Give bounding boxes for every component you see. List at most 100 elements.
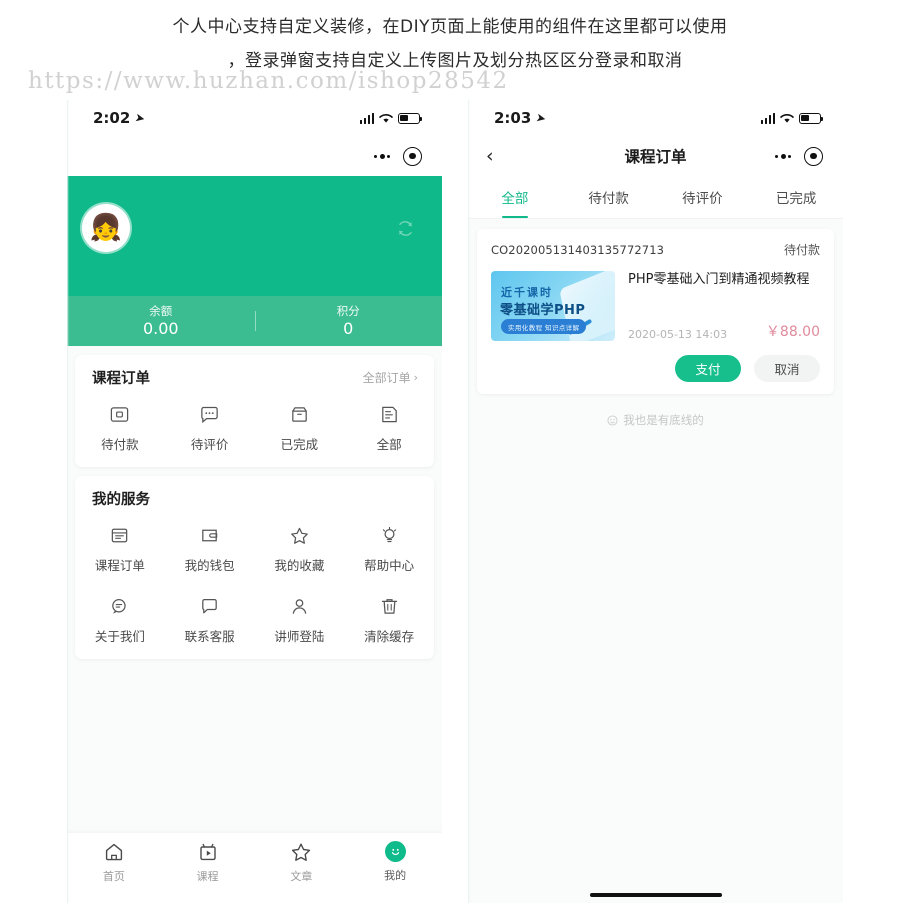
order-date: 2020-05-13 14:03: [628, 328, 728, 341]
bottom-tab-bar: 首页 课程 文章 我的: [67, 833, 442, 903]
tab-articles[interactable]: 文章: [255, 841, 349, 884]
services-grid-row-1: 课程订单 我的钱包 我的收藏 帮助中心: [75, 525, 434, 574]
order-status-label: 待付款: [101, 437, 139, 452]
user-icon: [289, 596, 310, 617]
smiley-icon: [384, 841, 406, 862]
order-card-header: CO202005131403135772713 待付款: [491, 241, 820, 258]
status-time: 2:03: [494, 109, 532, 127]
battery-icon: [398, 112, 422, 124]
more-dots-icon[interactable]: [775, 153, 791, 159]
trash-icon: [379, 596, 400, 617]
tab-pending-pay[interactable]: 待付款: [562, 176, 656, 218]
service-label: 联系客服: [184, 629, 235, 644]
battery-icon: [799, 112, 823, 124]
left-phone-screen: 2:02 ➤ 👧 余额 0.00 积分 0 课程订单 全部订单 › 待付款 待评…: [67, 100, 442, 903]
my-services-header: 我的服务: [75, 488, 434, 509]
service-my-wallet[interactable]: 我的钱包: [165, 525, 255, 574]
all-orders-link[interactable]: 全部订单 ›: [363, 369, 418, 386]
more-dots-icon[interactable]: [374, 153, 390, 159]
tab-label: 我的: [384, 869, 407, 882]
wallet-icon: [199, 525, 220, 546]
video-icon: [197, 841, 219, 863]
order-status-label: 待评价: [190, 437, 229, 452]
stat-points-value: 0: [343, 319, 354, 338]
course-orders-title: 课程订单: [92, 371, 150, 387]
thumbnail-badge: 实用化教程 知识点详解: [501, 319, 587, 334]
service-label: 讲师登陆: [274, 629, 325, 644]
status-time: 2:02: [93, 109, 131, 127]
tab-home[interactable]: 首页: [67, 841, 161, 884]
home-indicator: [589, 893, 722, 897]
status-time-wrap: 2:03 ➤: [494, 109, 548, 127]
chevron-right-icon: ›: [413, 371, 418, 384]
order-card[interactable]: CO202005131403135772713 待付款 近千课时 零基础学PHP…: [477, 229, 834, 394]
all-orders-label: 全部订单: [362, 371, 411, 385]
service-label: 课程订单: [94, 558, 145, 573]
service-about-us[interactable]: 关于我们: [75, 596, 165, 645]
cancel-button[interactable]: 取消: [754, 355, 820, 382]
thumbnail-line-2: 零基础学PHP: [500, 303, 586, 318]
caption-block: 个人中心支持自定义装修，在DIY页面上能使用的组件在这里都可以使用 ，登录弹窗支…: [0, 0, 900, 78]
service-label: 我的收藏: [274, 558, 325, 573]
order-status-label: 已完成: [280, 437, 319, 452]
comment-icon: [199, 404, 220, 425]
target-circle-icon[interactable]: [804, 146, 823, 166]
wechat-capsule[interactable]: [374, 146, 422, 166]
stat-balance[interactable]: 余额 0.00: [67, 303, 255, 339]
stat-points[interactable]: 积分 0: [254, 303, 443, 339]
stat-balance-value: 0.00: [142, 319, 179, 338]
service-help-center[interactable]: 帮助中心: [344, 525, 434, 574]
order-status-pending-pay[interactable]: 待付款: [75, 404, 165, 453]
thumbnail-line-1: 近千课时: [501, 286, 553, 299]
stat-balance-label: 余额: [149, 304, 173, 318]
order-number: CO202005131403135772713: [491, 242, 665, 257]
service-teacher-login[interactable]: 讲师登陆: [255, 596, 345, 645]
list-end-text: 我也是有底线的: [468, 412, 843, 428]
course-orders-card: 课程订单 全部订单 › 待付款 待评价 已完成 全部: [75, 355, 434, 467]
tab-label: 首页: [102, 870, 125, 883]
refresh-icon[interactable]: [396, 219, 415, 238]
service-contact-support[interactable]: 联系客服: [165, 596, 255, 645]
tab-label: 课程: [196, 870, 219, 883]
service-clear-cache[interactable]: 清除缓存: [344, 596, 434, 645]
tab-courses[interactable]: 课程: [161, 841, 255, 884]
profile-hero-banner: 👧: [67, 176, 442, 296]
order-actions: 支付 取消: [491, 355, 820, 382]
right-status-bar: 2:03 ➤: [468, 100, 843, 136]
chat-bubble-icon: [109, 596, 130, 617]
order-card-body: 近千课时 零基础学PHP 实用化教程 知识点详解 PHP零基础入门到精通视频教程…: [491, 271, 820, 341]
location-arrow-icon: ➤: [534, 110, 548, 126]
tab-label: 文章: [290, 870, 313, 883]
wechat-capsule[interactable]: [775, 146, 823, 166]
star-icon: [290, 841, 312, 863]
order-status-grid: 待付款 待评价 已完成 全部: [75, 404, 434, 453]
notebook-icon: [109, 525, 130, 546]
smiley-outline-icon: [607, 414, 618, 426]
order-price: ￥88.00: [765, 324, 820, 340]
course-thumbnail[interactable]: 近千课时 零基础学PHP 实用化教程 知识点详解: [491, 271, 615, 341]
order-status-all[interactable]: 全部: [344, 404, 434, 453]
tab-completed[interactable]: 已完成: [749, 176, 843, 218]
target-circle-icon[interactable]: [403, 146, 422, 166]
course-orders-header: 课程订单 全部订单 ›: [75, 367, 434, 388]
caption-line-1: 个人中心支持自定义装修，在DIY页面上能使用的组件在这里都可以使用: [172, 17, 728, 37]
course-name: PHP零基础入门到精通视频教程: [628, 272, 810, 287]
tab-mine[interactable]: 我的: [348, 841, 442, 883]
tab-all[interactable]: 全部: [468, 176, 562, 218]
service-my-favorites[interactable]: 我的收藏: [255, 525, 345, 574]
wallet-stats-bar: 余额 0.00 积分 0: [67, 296, 442, 346]
pay-button[interactable]: 支付: [675, 355, 741, 382]
message-icon: [199, 596, 220, 617]
tab-pending-review[interactable]: 待评价: [656, 176, 750, 218]
signal-bars-icon: [760, 112, 775, 124]
service-label: 清除缓存: [364, 629, 415, 644]
avatar[interactable]: 👧: [82, 204, 130, 252]
service-course-orders[interactable]: 课程订单: [75, 525, 165, 574]
order-status-completed[interactable]: 已完成: [255, 404, 345, 453]
signal-bars-icon: [359, 112, 374, 124]
service-label: 帮助中心: [364, 558, 415, 573]
order-status-pending-review[interactable]: 待评价: [165, 404, 255, 453]
user-avatar: 👧: [89, 213, 123, 243]
chevron-left-icon[interactable]: ‹: [486, 146, 516, 166]
service-label: 我的钱包: [184, 558, 235, 573]
